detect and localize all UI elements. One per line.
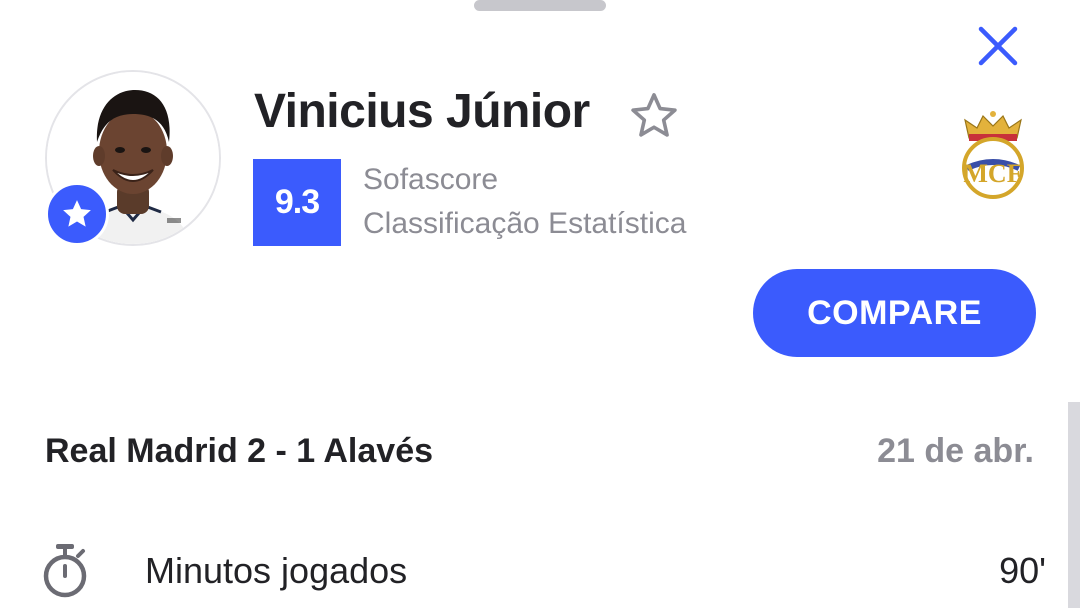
real-madrid-crest-icon: MCF xyxy=(962,111,1024,199)
match-date: 21 de abr. xyxy=(877,432,1034,470)
rating-badge: 9.3 xyxy=(253,159,341,246)
stopwatch-icon xyxy=(40,542,90,602)
rating-description: Classificação Estatística xyxy=(363,207,687,240)
star-outline-icon xyxy=(631,93,677,137)
stat-label: Minutos jogados xyxy=(145,550,408,591)
stat-value: 90' xyxy=(999,550,1046,591)
player-avatar-group[interactable] xyxy=(45,70,221,246)
match-title[interactable]: Real Madrid 2 - 1 Alavés xyxy=(45,432,433,471)
rating-source: Sofascore xyxy=(363,163,499,196)
star-icon xyxy=(63,200,91,227)
player-name: Vinicius Júnior xyxy=(254,85,590,138)
player-stats-sheet: Vinicius Júnior MCF 9.3 Sofascore Classi… xyxy=(0,0,1080,608)
team-logo[interactable]: MCF xyxy=(955,108,1031,200)
drag-handle[interactable] xyxy=(474,0,606,11)
scrollbar[interactable] xyxy=(1068,402,1080,608)
compare-button[interactable]: COMPARE xyxy=(753,269,1036,357)
close-button[interactable] xyxy=(970,18,1026,74)
svg-text:MCF: MCF xyxy=(963,159,1022,188)
favorite-button[interactable] xyxy=(626,88,682,144)
close-icon xyxy=(978,26,1018,66)
player-badge xyxy=(45,182,109,246)
